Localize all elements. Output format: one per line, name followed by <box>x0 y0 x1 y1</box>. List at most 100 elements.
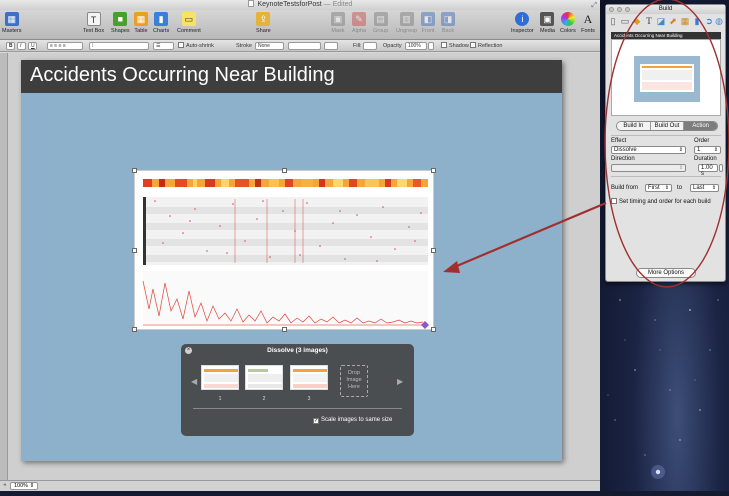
order-popup[interactable]: 1 ⇕ <box>694 146 721 154</box>
tab-build-out[interactable]: Build Out <box>650 122 685 130</box>
metrics-inspector-icon[interactable]: ⬈ <box>668 16 678 27</box>
minimize-window-icon[interactable] <box>617 7 622 12</box>
more-options-button[interactable]: More Options <box>636 268 696 278</box>
slide-inspector-icon[interactable]: ▭ <box>620 16 630 27</box>
shapes-label: Shapes <box>111 28 130 34</box>
drop-image-target[interactable]: Drop Image Here <box>340 365 368 397</box>
table-inspector-icon[interactable]: ▦ <box>680 16 690 27</box>
fill-color-well[interactable] <box>363 42 377 50</box>
chart-image[interactable] <box>132 168 436 332</box>
stroke-popup[interactable]: None <box>255 42 284 50</box>
back-icon: ◨ <box>441 12 455 26</box>
shadow-checkbox[interactable]: Shadow <box>441 42 469 50</box>
effect-label: Effect <box>611 138 627 144</box>
alignment-buttons[interactable]: ≡ ≡ ≡ ≡ <box>47 42 83 50</box>
resize-handle-top-left[interactable] <box>132 168 137 173</box>
comment-button[interactable]: ▭ Comment <box>177 12 201 34</box>
opacity-stepper[interactable] <box>428 42 434 50</box>
chart-inspector-icon[interactable]: ▮ <box>692 16 702 27</box>
text-box-button[interactable]: T Text Box <box>83 12 104 34</box>
line-spacing-popup[interactable]: ⁞ <box>89 42 149 50</box>
inspector-divider <box>611 135 721 136</box>
order-label: Order <box>694 138 710 144</box>
charts-button[interactable]: ▮ Charts <box>153 12 169 34</box>
resize-handle-top-right[interactable] <box>431 168 436 173</box>
build-to-popup[interactable]: Last ⇕ <box>690 184 719 192</box>
masters-button[interactable]: ▦ Masters <box>2 12 22 34</box>
duration-field[interactable]: 1.00 s <box>698 164 718 177</box>
underline-button[interactable]: U <box>28 42 37 50</box>
popup-arrows-icon: ⇕ <box>713 147 718 153</box>
group-button[interactable]: ▤ Group <box>373 12 388 34</box>
colors-button[interactable]: Colors <box>560 12 576 34</box>
scroll-left-icon[interactable]: ◂ <box>3 482 6 488</box>
build-inspector-panel: Build ▯ ▭ ◆ T ◪ ⬈ ▦ ▮ ➲ ◍ Accidents Occu… <box>605 4 726 282</box>
opacity-field[interactable]: 100% <box>405 42 427 50</box>
bold-button[interactable]: B <box>6 42 15 50</box>
zoom-window-icon[interactable] <box>625 7 630 12</box>
reflection-label: Reflection <box>478 43 503 49</box>
share-icon: ⇪ <box>256 12 271 26</box>
colors-icon <box>560 12 575 26</box>
list-popup[interactable]: ☰ <box>153 42 174 50</box>
reflection-checkbox[interactable]: Reflection <box>470 42 502 50</box>
shapes-button[interactable]: ■ Shapes <box>111 12 130 34</box>
heat-strip <box>143 179 428 187</box>
stroke-width-field[interactable] <box>288 42 321 50</box>
media-label: Media <box>540 28 555 34</box>
fonts-button[interactable]: A Fonts <box>581 12 595 34</box>
slide-navigator-edge[interactable] <box>0 53 8 480</box>
tab-action[interactable]: Action <box>684 122 717 130</box>
document-icon <box>247 0 254 7</box>
media-button[interactable]: ▣ Media <box>540 12 555 34</box>
build-image-thumbnail[interactable] <box>290 365 328 390</box>
resize-handle-bottom-right[interactable] <box>431 327 436 332</box>
window-title: KeynoteTestsforPost <box>257 1 322 8</box>
resize-handle-bottom[interactable] <box>282 327 287 332</box>
close-window-icon[interactable] <box>609 7 614 12</box>
stroke-color-well[interactable] <box>324 42 338 50</box>
table-button[interactable]: ▦ Table <box>134 12 148 34</box>
opacity-label: Opacity <box>383 43 402 49</box>
alpha-button[interactable]: ✎ Alpha <box>352 12 366 34</box>
graphic-inspector-icon[interactable]: ◪ <box>656 16 666 27</box>
front-button[interactable]: ◧ Front <box>421 12 435 34</box>
set-timing-checkbox[interactable]: Set timing and order for each build <box>611 198 711 205</box>
italic-button[interactable]: I <box>17 42 26 50</box>
mask-button[interactable]: ▣ Mask <box>331 12 345 34</box>
effect-popup[interactable]: Dissolve ⇕ <box>611 146 686 154</box>
fill-label: Fill: <box>353 43 362 49</box>
slide-title[interactable]: Accidents Occurring Near Building <box>30 64 335 87</box>
hyperlink-inspector-icon[interactable]: ➲ <box>704 16 714 27</box>
zoom-popup[interactable]: 100% ⇕ <box>10 482 39 490</box>
direction-popup[interactable]: ⇕ <box>611 164 686 172</box>
build-inspector-icon[interactable]: ◆ <box>632 16 642 27</box>
build-from-popup[interactable]: First ⇕ <box>645 184 672 192</box>
auto-shrink-checkbox[interactable]: Auto-shrink <box>178 42 214 50</box>
tab-build-in[interactable]: Build In <box>617 122 651 130</box>
resize-handle-right[interactable] <box>431 248 436 253</box>
resize-handle-top[interactable] <box>282 168 287 173</box>
inspector-button[interactable]: i Inspector <box>511 12 534 34</box>
keynote-window: KeynoteTestsforPost — Edited ⤢ ▦ Masters… <box>0 0 600 491</box>
resize-handle-bottom-left[interactable] <box>132 327 137 332</box>
scale-images-checkbox[interactable]: ✓ Scale images to same size <box>313 417 392 424</box>
ungroup-button[interactable]: ▥ Ungroup <box>396 12 417 34</box>
back-label: Back <box>441 28 455 34</box>
text-inspector-icon[interactable]: T <box>644 16 654 27</box>
table-icon: ▦ <box>134 12 148 26</box>
scale-images-label: Scale images to same size <box>321 417 393 423</box>
hud-left-arrow-icon[interactable]: ◀ <box>191 377 197 386</box>
build-image-thumbnail[interactable] <box>201 365 239 390</box>
document-inspector-icon[interactable]: ▯ <box>608 16 618 27</box>
build-from-value: First <box>648 185 660 191</box>
hud-right-arrow-icon[interactable]: ▶ <box>397 377 403 386</box>
resize-handle-left[interactable] <box>132 248 137 253</box>
inspector-tab-icons: ▯ ▭ ◆ T ◪ ⬈ ▦ ▮ ➲ ◍ <box>608 15 724 29</box>
duration-stepper[interactable] <box>719 164 723 172</box>
share-button[interactable]: ⇪ Share <box>256 12 271 34</box>
toolbar: ▦ Masters T Text Box ■ Shapes ▦ Table ▮ … <box>0 10 600 40</box>
back-button[interactable]: ◨ Back <box>441 12 455 34</box>
quicktime-inspector-icon[interactable]: ◍ <box>714 16 724 27</box>
build-image-thumbnail[interactable] <box>245 365 283 390</box>
